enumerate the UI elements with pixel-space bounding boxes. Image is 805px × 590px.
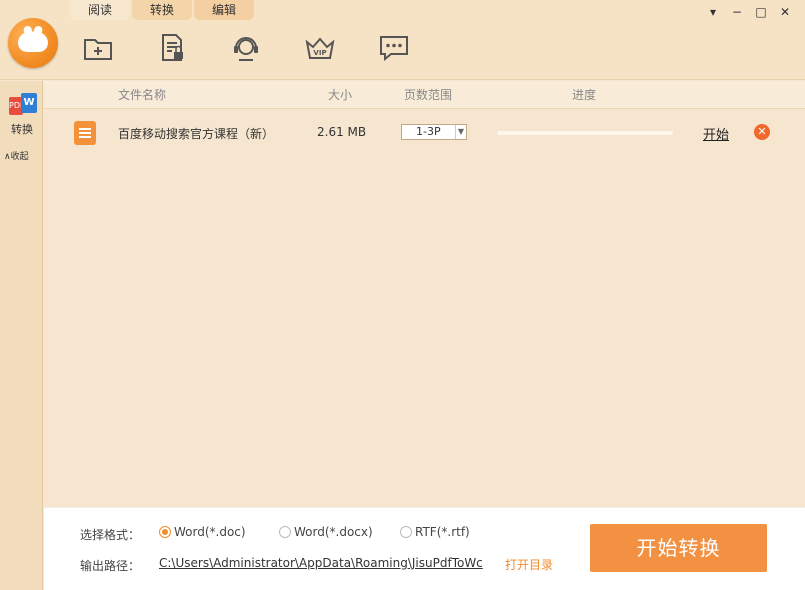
sidebar-item-convert[interactable]: PDF W 转换 [3,93,41,149]
format-label: 选择格式： [80,528,141,542]
file-size: 2.61 MB [317,125,367,139]
format-radio-doc[interactable]: Word(*.doc) [159,525,246,539]
column-header-range: 页数范围 [404,88,453,102]
top-tabs: 阅读 转换 编辑 [70,0,256,20]
app-logo [8,18,58,68]
delete-icon[interactable]: ✕ [754,124,770,140]
format-radio-docx[interactable]: Word(*.docx) [279,525,373,539]
menu-icon[interactable]: ▾ [701,4,725,20]
radio-icon [279,526,291,538]
document-icon [74,121,96,145]
close-icon[interactable]: ✕ [773,4,797,20]
page-range-select[interactable]: 1-3P ▼ [401,124,467,140]
page-range-value: 1-3P [416,125,441,138]
pdf-to-word-icon: PDF W [7,93,37,119]
output-path-link[interactable]: C:\Users\Administrator\AppData\Roaming\J… [159,556,499,570]
progress-bar [497,131,673,135]
format-radio-rtf[interactable]: RTF(*.rtf) [400,525,470,539]
chat-bubble-icon[interactable] [376,30,412,66]
svg-text:VIP: VIP [313,49,326,57]
chevron-down-icon: ▼ [454,125,464,139]
start-convert-button[interactable]: 开始转换 [590,524,767,572]
radio-icon [159,526,171,538]
minimize-icon[interactable]: − [725,4,749,20]
sidebar-item-label: 转换 [11,123,33,136]
toolbar: VIP [80,30,450,70]
column-header-size: 大小 [328,88,353,102]
title-bar: 阅读 转换 编辑 VIP ▾ − □ ✕ [0,0,805,80]
column-header-name: 文件名称 [118,88,167,102]
add-folder-icon[interactable] [80,30,116,66]
radio-icon [400,526,412,538]
column-header-progress: 进度 [572,88,597,102]
sidebar: PDF W 转换 ∧收起 [0,81,43,590]
support-headset-icon[interactable] [228,30,264,66]
bottom-panel: 选择格式： Word(*.doc) Word(*.docx) RTF(*.rtf… [44,507,805,590]
file-list: 文件名称 大小 页数范围 进度 百度移动搜索官方课程（新） 2.61 MB 1-… [44,81,805,507]
sidebar-collapse[interactable]: ∧收起 [4,149,29,162]
file-name: 百度移动搜索官方课程（新） [118,127,275,141]
window-controls: ▾ − □ ✕ [701,4,797,20]
open-directory-link[interactable]: 打开目录 [505,556,553,573]
vip-crown-icon[interactable]: VIP [302,30,338,66]
tab-read[interactable]: 阅读 [70,0,130,20]
tab-convert[interactable]: 转换 [132,0,192,20]
table-row: 百度移动搜索官方课程（新） 2.61 MB 1-3P ▼ 开始 ✕ [44,119,805,147]
maximize-icon[interactable]: □ [749,4,773,20]
start-link[interactable]: 开始 [703,124,729,143]
output-path-label: 输出路径： [80,559,141,573]
table-header: 文件名称 大小 页数范围 进度 [44,81,805,109]
tab-edit[interactable]: 编辑 [194,0,254,20]
document-lock-icon[interactable] [154,30,190,66]
